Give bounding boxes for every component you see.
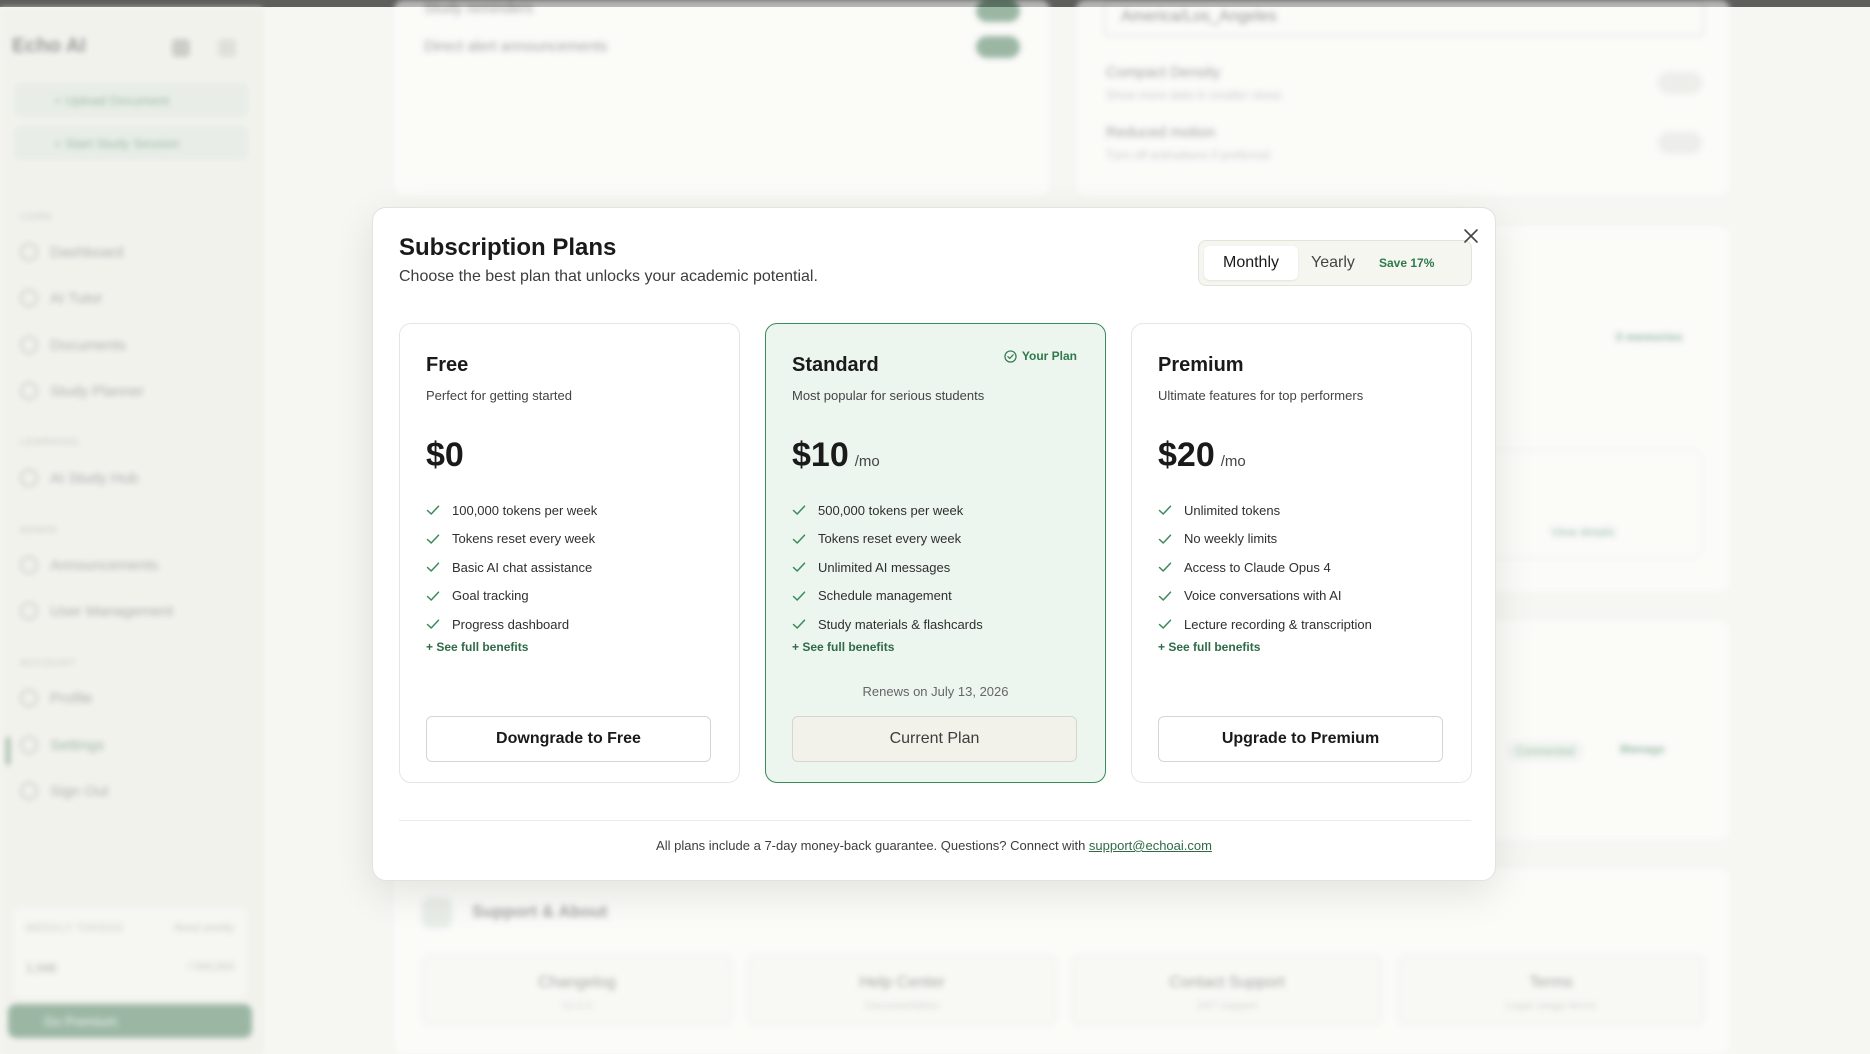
close-modal-button[interactable] [1460,225,1482,247]
check-icon [426,591,440,601]
check-icon [792,619,806,629]
plan-period: /mo [1220,453,1246,470]
feature-item: Unlimited AI messages [792,553,983,582]
billing-toggle: Monthly Yearly Save 17% [1198,240,1472,286]
feature-item: Access to Claude Opus 4 [1158,553,1372,582]
close-icon [1464,229,1478,243]
feature-item: Tokens reset every week [792,525,983,554]
check-circle-icon [1004,349,1017,363]
feature-item: Lecture recording & transcription [1158,610,1372,639]
support-email-link[interactable]: support@echoai.com [1089,838,1212,853]
check-icon [792,534,806,544]
plan-description: Ultimate features for top performers [1158,388,1364,403]
plan-period: /mo [854,453,880,470]
feature-item: No weekly limits [1158,525,1372,554]
billing-yearly-tab[interactable]: Yearly [1311,246,1355,280]
feature-item: Unlimited tokens [1158,496,1372,525]
billing-monthly-tab[interactable]: Monthly [1204,246,1298,280]
check-icon [426,534,440,544]
check-icon [1158,619,1172,629]
check-icon [426,619,440,629]
footer-divider [399,820,1471,821]
check-icon [1158,505,1172,515]
feature-item: 500,000 tokens per week [792,496,983,525]
feature-item: Voice conversations with AI [1158,582,1372,611]
feature-item: Study materials & flashcards [792,610,983,639]
check-icon [792,591,806,601]
plan-name: Premium [1158,354,1244,376]
plan-description: Perfect for getting started [426,388,572,403]
modal-title: Subscription Plans [399,234,617,261]
feature-item: Progress dashboard [426,610,597,639]
see-full-benefits-link[interactable]: + See full benefits [1158,640,1260,654]
check-icon [426,562,440,572]
plan-price: $0 [426,436,464,474]
plan-name: Free [426,354,469,376]
check-icon [792,505,806,515]
feature-item: 100,000 tokens per week [426,496,597,525]
plan-card-free: Free Perfect for getting started $0 100,… [399,323,740,783]
plan-description: Most popular for serious students [792,388,985,403]
check-icon [426,505,440,515]
current-plan-button[interactable]: Current Plan [792,716,1077,762]
feature-item: Basic AI chat assistance [426,553,597,582]
feature-item: Goal tracking [426,582,597,611]
plan-card-premium: Premium Ultimate features for top perfor… [1131,323,1472,783]
check-icon [1158,591,1172,601]
renewal-date: Renews on July 13, 2026 [862,684,1009,699]
modal-subtitle: Choose the best plan that unlocks your a… [399,268,818,285]
see-full-benefits-link[interactable]: + See full benefits [426,640,528,654]
feature-item: Tokens reset every week [426,525,597,554]
check-icon [1158,562,1172,572]
feature-list: 500,000 tokens per week Tokens reset ever… [792,496,983,639]
see-full-benefits-link[interactable]: + See full benefits [792,640,894,654]
subscription-modal: Subscription Plans Choose the best plan … [372,207,1496,881]
yearly-save-badge: Save 17% [1379,256,1435,270]
your-plan-badge: Your Plan [1004,349,1077,363]
upgrade-to-premium-button[interactable]: Upgrade to Premium [1158,716,1443,762]
feature-item: Schedule management [792,582,983,611]
feature-list: 100,000 tokens per week Tokens reset ever… [426,496,597,639]
plan-name: Standard [792,354,879,376]
feature-list: Unlimited tokens No weekly limits Access t… [1158,496,1372,639]
downgrade-to-free-button[interactable]: Downgrade to Free [426,716,711,762]
check-icon [792,562,806,572]
check-icon [1158,534,1172,544]
modal-footer: All plans include a 7-day money-back gua… [656,838,1212,853]
plan-price: $20/mo [1158,436,1246,474]
plan-price: $10/mo [792,436,880,474]
plan-card-standard: Your Plan Standard Most popular for seri… [765,323,1106,783]
